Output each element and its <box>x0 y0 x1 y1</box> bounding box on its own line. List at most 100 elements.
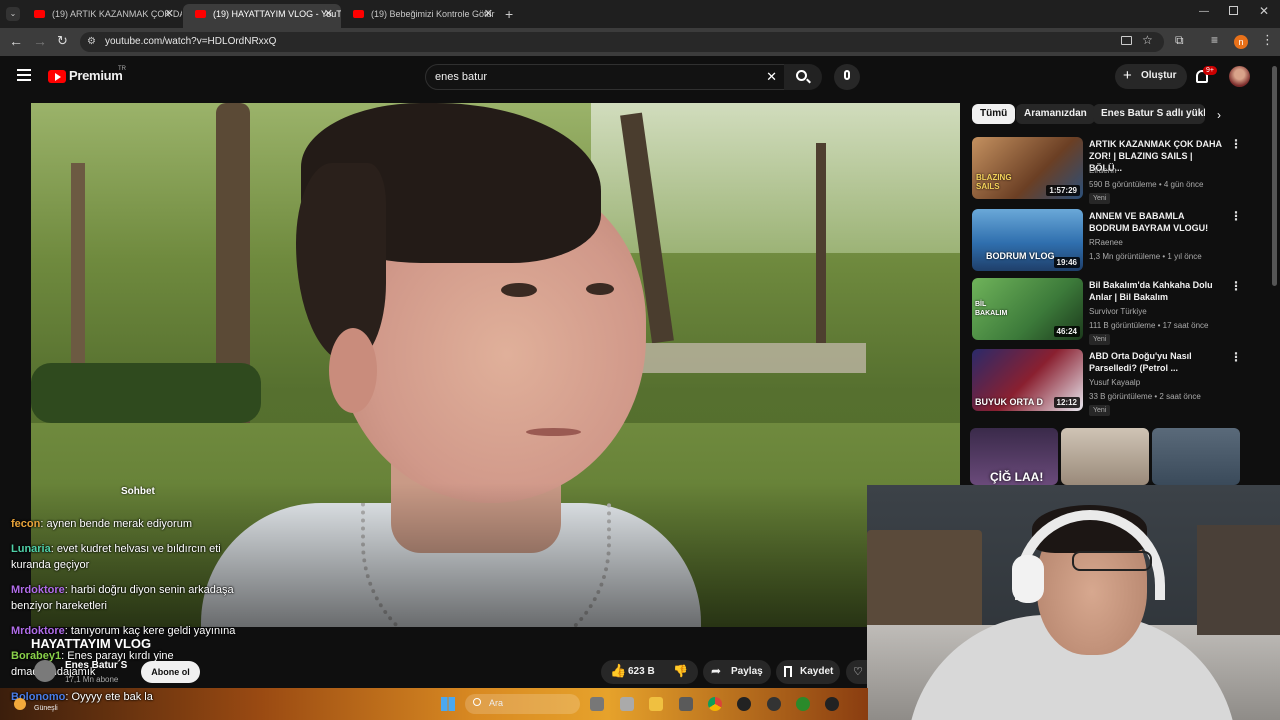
glasses <box>1072 551 1152 571</box>
short-thumbnail[interactable] <box>1152 428 1240 485</box>
browser-tab-2[interactable]: (19) HAYATTAYIM VLOG - YouT ✕ <box>183 4 341 28</box>
channel-avatar[interactable] <box>34 660 56 682</box>
browser-menu-icon[interactable]: ⋮ <box>1261 32 1274 48</box>
close-tab-icon[interactable]: ✕ <box>324 4 333 24</box>
video-meta: 33 B görüntüleme • 2 saat önce <box>1089 392 1201 401</box>
stone-ledge <box>626 343 866 373</box>
short-thumbnail[interactable]: ÇİĞ LAA! <box>970 428 1058 485</box>
new-badge: Yeni <box>1089 193 1111 204</box>
file-explorer-icon[interactable] <box>649 697 663 711</box>
start-button-icon[interactable] <box>441 697 455 711</box>
extensions-icon[interactable]: ⧉ <box>1175 33 1184 48</box>
video-title[interactable]: ABD Orta Doğu'yu Nasıl Parselledi? (Petr… <box>1089 350 1224 374</box>
search-icon <box>473 698 481 706</box>
chip-from-search[interactable]: Aramanızdan <box>1016 104 1095 124</box>
share-button[interactable]: ➦ Paylaş <box>703 660 771 684</box>
save-button[interactable]: Kaydet <box>776 660 840 684</box>
channel-name[interactable]: Enes Batur S <box>65 660 127 671</box>
video-meta: 1,3 Mn görüntüleme • 1 yıl önce <box>1089 252 1202 261</box>
chat-message: fecon: aynen bende merak ediyorum <box>11 518 192 530</box>
back-icon[interactable]: ← <box>9 33 23 49</box>
new-tab-button[interactable]: + <box>505 6 513 22</box>
chat-message: Mrdoktore: harbi doğru diyon senin arkad… <box>11 584 234 612</box>
subscribe-button[interactable]: Abone ol <box>141 661 200 683</box>
clear-search-icon[interactable]: ✕ <box>766 69 777 85</box>
url-text[interactable]: youtube.com/watch?v=HDLOrdNRxxQ <box>105 36 276 47</box>
video-thumbnail[interactable]: BİL BAKALIM 46:24 <box>972 278 1083 340</box>
channel-name[interactable]: Yusuf Kayaalp <box>1089 378 1140 387</box>
taskbar-app-icon[interactable] <box>590 697 604 711</box>
more-actions-icon[interactable]: ⋮ <box>1230 350 1242 364</box>
chat-heading: Sohbet <box>121 486 155 497</box>
video-title[interactable]: Bil Bakalım'da Kahkaha Dolu Anlar | Bil … <box>1089 279 1224 303</box>
youtube-favicon-icon <box>353 10 364 18</box>
thumbs-down-icon: 👎 <box>673 664 688 678</box>
account-avatar[interactable] <box>1229 66 1250 87</box>
voice-search-button[interactable] <box>834 64 860 90</box>
taskbar-app-icon[interactable] <box>737 697 751 711</box>
search-button[interactable] <box>784 64 822 90</box>
notifications-button[interactable]: 9+ <box>1193 66 1217 89</box>
channel-name[interactable]: RRaenee <box>1089 238 1123 247</box>
like-button[interactable]: 👍 623 B <box>606 660 662 684</box>
play-triangle-icon <box>55 73 61 81</box>
video-thumbnail[interactable]: BUYUK ORTA D 12:12 <box>972 349 1083 411</box>
close-tab-icon[interactable]: ✕ <box>484 4 493 24</box>
weather-label[interactable]: Güneşli <box>34 705 58 712</box>
task-view-icon[interactable] <box>620 697 634 711</box>
reload-icon[interactable]: ↻ <box>57 33 68 49</box>
chat-message: Lunaria: evet kudret helvası ve bıldırcı… <box>11 543 221 571</box>
chevron-down-icon: ⌄ <box>9 9 17 18</box>
site-info-icon[interactable]: ⚙ <box>87 36 96 47</box>
channel-name[interactable]: Survivor Türkiye <box>1089 307 1147 316</box>
new-badge: Yeni <box>1089 405 1111 416</box>
forward-icon[interactable]: → <box>33 33 47 49</box>
close-window-icon[interactable]: ✕ <box>1259 4 1269 18</box>
share-arrow-icon: ➦ <box>711 664 722 678</box>
video-title[interactable]: ANNEM VE BABAMLA BODRUM BAYRAM VLOGU! <box>1089 210 1224 234</box>
bookmark-star-icon[interactable]: ☆ <box>1142 33 1153 47</box>
video-thumbnail[interactable]: BLAZING SAILS 1:57:29 <box>972 137 1083 199</box>
short-thumbnail[interactable] <box>1061 428 1149 485</box>
chips-next-chevron-icon[interactable]: › <box>1217 108 1221 122</box>
channel-name[interactable]: Elraenn <box>1089 166 1117 175</box>
taskbar-search[interactable]: Ara <box>465 694 580 714</box>
more-actions-icon[interactable]: ⋮ <box>1230 209 1242 223</box>
more-actions-icon[interactable]: ⋮ <box>1230 279 1242 293</box>
video-thumbnail[interactable]: BODRUM VLOG 19:46 <box>972 209 1083 271</box>
media-icon[interactable]: ≡ <box>1211 33 1218 47</box>
person-ear <box>329 328 377 413</box>
close-tab-icon[interactable]: ✕ <box>165 4 174 24</box>
xbox-icon[interactable] <box>796 697 810 711</box>
youtube-favicon-icon <box>34 10 45 18</box>
taskbar-app-icon[interactable] <box>767 697 781 711</box>
restore-icon[interactable] <box>1229 6 1238 15</box>
search-input[interactable]: enes batur ✕ <box>425 64 790 90</box>
youtube-favicon-icon <box>195 10 206 18</box>
video-duration: 19:46 <box>1053 257 1080 268</box>
more-actions-icon[interactable]: ⋮ <box>1230 137 1242 151</box>
tab-search-button[interactable]: ⌄ <box>6 7 20 21</box>
tree-trunk <box>816 143 826 343</box>
person-mouth <box>526 428 581 436</box>
person-eye <box>586 283 614 295</box>
thanks-button[interactable]: ♡ <box>846 660 868 684</box>
taskbar-app-icon[interactable] <box>825 697 839 711</box>
notification-count-badge: 9+ <box>1203 66 1217 75</box>
cast-icon[interactable] <box>1121 36 1132 45</box>
chip-all[interactable]: Tümü <box>972 104 1016 124</box>
create-button[interactable]: + Oluştur <box>1115 64 1187 89</box>
chip-channel-uploads[interactable]: Enes Batur S adlı yükley <box>1093 104 1205 124</box>
microphone-icon <box>844 70 850 80</box>
browser-tab-1[interactable]: (19) ARTIK KAZANMAK ÇOK DA ✕ <box>22 4 182 28</box>
profile-avatar[interactable]: n <box>1234 35 1248 49</box>
chrome-icon[interactable] <box>708 697 722 711</box>
calculator-icon[interactable] <box>679 697 693 711</box>
hamburger-menu-icon[interactable] <box>17 69 31 81</box>
page-scrollbar[interactable] <box>1272 66 1277 286</box>
minimize-icon[interactable]: — <box>1199 6 1209 17</box>
dislike-button[interactable]: 👎 <box>667 660 695 684</box>
browser-tab-3[interactable]: (19) Bebeğimizi Kontrole Götür ✕ <box>341 4 501 28</box>
video-duration: 12:12 <box>1053 397 1080 408</box>
weather-icon[interactable] <box>14 698 26 710</box>
